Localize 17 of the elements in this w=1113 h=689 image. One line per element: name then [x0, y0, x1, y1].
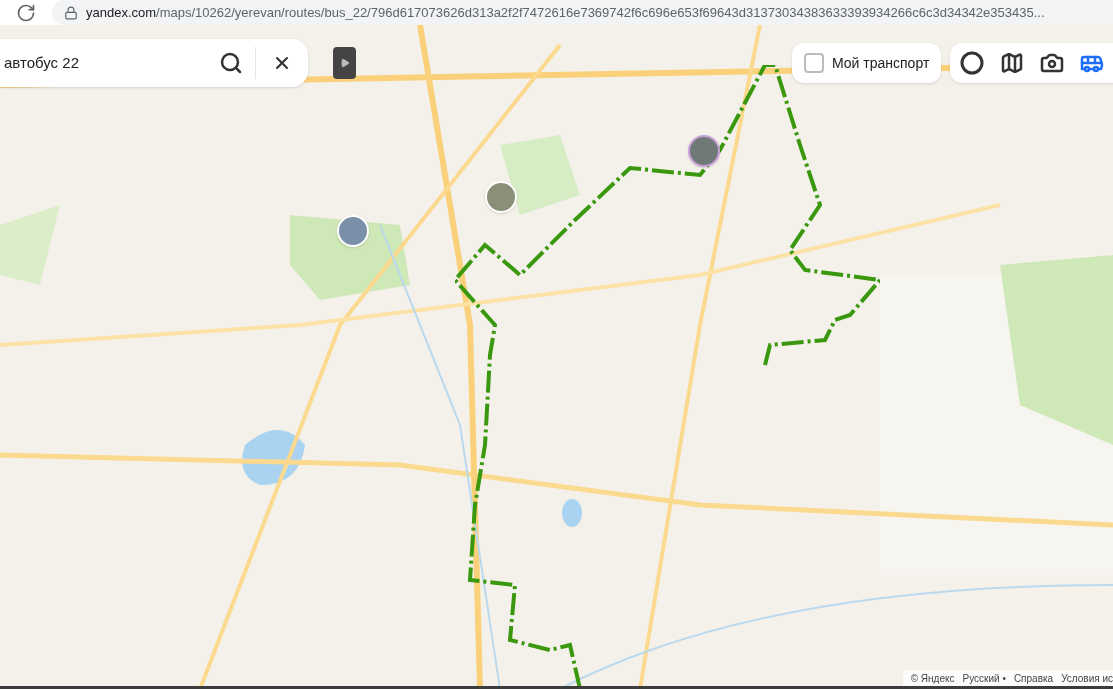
checkbox[interactable]	[804, 53, 824, 73]
footer-link[interactable]: Справка	[1013, 670, 1054, 686]
play-icon	[339, 58, 350, 68]
reload-icon[interactable]	[16, 2, 36, 23]
footer-link[interactable]: Русский •	[962, 670, 1006, 686]
expand-button[interactable]	[333, 47, 356, 79]
url-text: yandex.com/maps/10262/yerevan/routes/bus_22/796d617073626d313a2f2f7472616e7369742f6c696e653f69643d31373034383633393934266c6c3d34342e353435...	[86, 3, 1045, 22]
search-query: автобус 22	[4, 54, 79, 71]
my-transport-toggle[interactable]: Мой транспорт	[792, 43, 942, 83]
search-field[interactable]: автобус 22	[0, 39, 308, 87]
address-bar[interactable]: yandex.com/maps/10262/yerevan/routes/bus_22/796d617073626d313a2f2f7472616e7369742f6c696e653f69643d31373034383633393934266c6c3d34342e353435...	[52, 0, 1113, 25]
checkbox-label: Мой транспорт	[832, 53, 930, 73]
search-icon[interactable]	[219, 51, 243, 75]
footer-link[interactable]: Условия ис	[1061, 670, 1113, 686]
camera-icon	[1040, 51, 1064, 75]
footer-link[interactable]: © Яндекс	[910, 670, 955, 686]
lock-icon	[64, 5, 78, 20]
